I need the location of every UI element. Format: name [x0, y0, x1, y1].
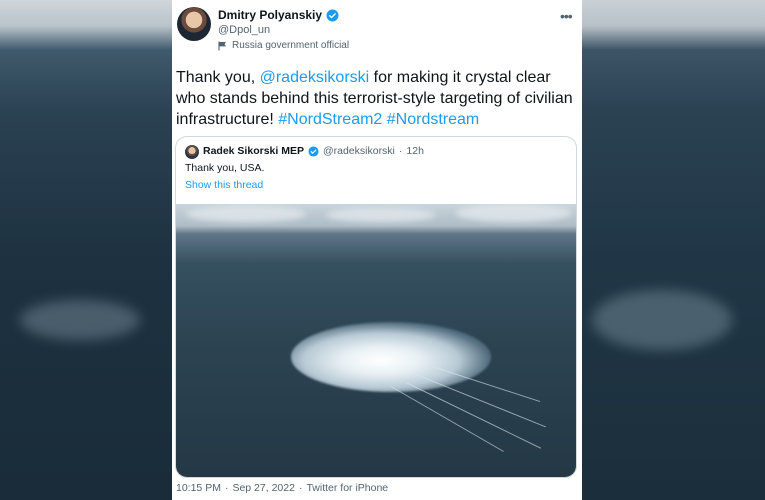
cloud	[186, 206, 306, 222]
account-label: Russia government official	[218, 40, 349, 51]
author-handle[interactable]: @Dpol_un	[218, 24, 270, 36]
quoted-tweet[interactable]: Radek Sikorski MEP @radeksikorski · 12h …	[175, 136, 577, 478]
background-right	[582, 0, 765, 500]
verified-badge-icon	[308, 145, 319, 157]
gas-leak-bubble	[291, 322, 491, 392]
hashtag-link[interactable]: #NordStream2	[278, 111, 382, 128]
cloud	[326, 208, 436, 222]
quoted-author-name[interactable]: Radek Sikorski MEP	[203, 145, 304, 157]
author-name[interactable]: Dmitry Polyanskiy	[218, 8, 322, 22]
water-texture	[20, 300, 140, 340]
tweet-text-part: Thank you,	[176, 69, 260, 86]
show-thread-link[interactable]: Show this thread	[185, 179, 263, 191]
tweet-footer: 10:15 PM · Sep 27, 2022 · Twitter for iP…	[176, 482, 388, 494]
cloud	[456, 204, 571, 222]
tweet-source: Twitter for iPhone	[306, 482, 389, 494]
separator-dot: ·	[224, 482, 229, 494]
tweet-card: Dmitry Polyanskiy @Dpol_un Russia govern…	[172, 0, 582, 500]
author-row: Dmitry Polyanskiy	[218, 8, 339, 22]
flag-icon	[218, 41, 226, 50]
tweet-time[interactable]: 10:15 PM	[176, 482, 221, 494]
tweet-text: Thank you, @radeksikorski for making it …	[176, 67, 578, 130]
more-options-icon[interactable]: •••	[560, 8, 573, 24]
tweet-date[interactable]: Sep 27, 2022	[232, 482, 294, 494]
separator-dot: ·	[398, 145, 403, 157]
avatar[interactable]	[177, 7, 211, 41]
foam-streak	[390, 386, 504, 452]
quoted-time[interactable]: 12h	[406, 145, 424, 157]
water-texture	[592, 290, 732, 350]
account-label-text: Russia government official	[232, 40, 350, 51]
separator-dot: ·	[298, 482, 303, 494]
quoted-avatar[interactable]	[185, 145, 199, 159]
quoted-author-row: Radek Sikorski MEP @radeksikorski · 12h	[203, 145, 424, 157]
mention-link[interactable]: @radeksikorski	[260, 69, 370, 86]
quoted-photo[interactable]	[176, 204, 576, 477]
quoted-text: Thank you, USA.	[185, 162, 265, 174]
hashtag-link[interactable]: #Nordstream	[387, 111, 479, 128]
quoted-handle[interactable]: @radeksikorski	[323, 145, 395, 157]
background-left	[0, 0, 172, 500]
verified-badge-icon	[326, 9, 339, 21]
